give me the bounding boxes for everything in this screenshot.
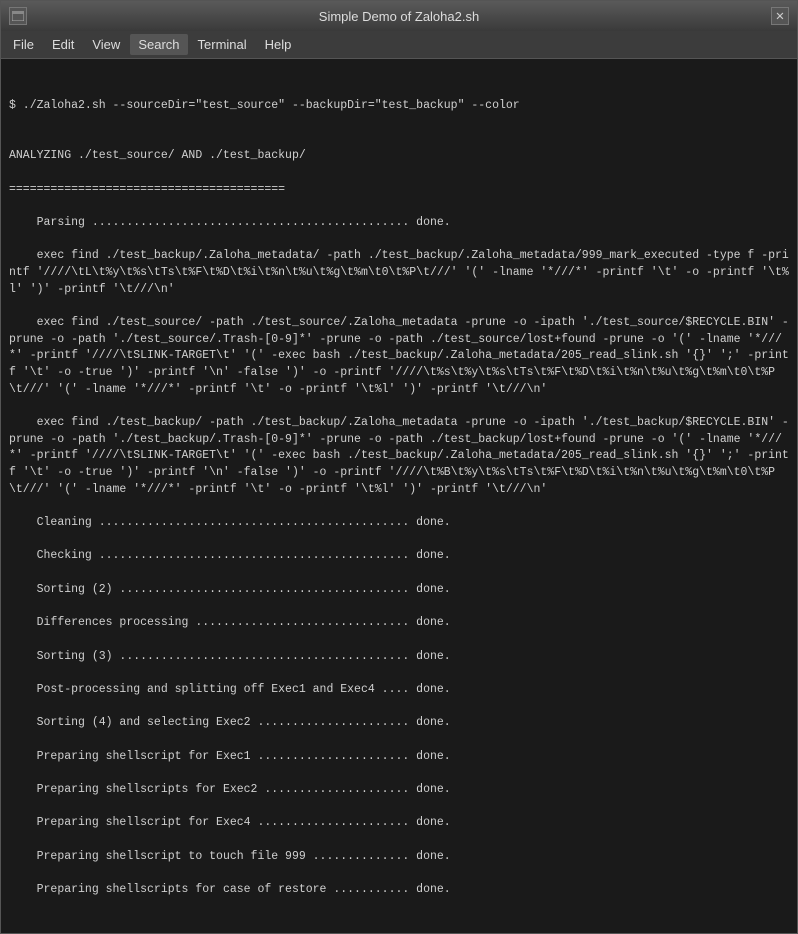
terminal-line: Post-processing and splitting off Exec1 …	[9, 682, 789, 699]
menu-help[interactable]: Help	[257, 34, 300, 55]
terminal-line: Sorting (2) ............................…	[9, 582, 789, 599]
menu-search[interactable]: Search	[130, 34, 187, 55]
menu-terminal[interactable]: Terminal	[190, 34, 255, 55]
terminal-output[interactable]: $ ./Zaloha2.sh --sourceDir="test_source"…	[1, 59, 797, 933]
window-title: Simple Demo of Zaloha2.sh	[27, 9, 771, 24]
terminal-line: Cleaning ...............................…	[9, 515, 789, 532]
close-button[interactable]: ✕	[771, 7, 789, 25]
terminal-line: ========================================	[9, 182, 789, 199]
menu-edit[interactable]: Edit	[44, 34, 82, 55]
title-bar: Simple Demo of Zaloha2.sh ✕	[1, 1, 797, 31]
terminal-line: ANALYZING ./test_source/ AND ./test_back…	[9, 148, 789, 165]
menu-bar: File Edit View Search Terminal Help	[1, 31, 797, 59]
terminal-line: Preparing shellscript for Exec1 ........…	[9, 749, 789, 766]
terminal-line: Checking ...............................…	[9, 548, 789, 565]
terminal-line: exec find ./test_source/ -path ./test_so…	[9, 315, 789, 398]
terminal-line: Parsing ................................…	[9, 215, 789, 232]
terminal-line: Preparing shellscript for Exec4 ........…	[9, 815, 789, 832]
menu-view[interactable]: View	[84, 34, 128, 55]
terminal-line: TO BE COPIED TO ./test_backup/	[9, 932, 789, 933]
window-icon	[9, 7, 27, 25]
terminal-line: Preparing shellscript to touch file 999 …	[9, 849, 789, 866]
terminal-line: Sorting (4) and selecting Exec2 ........…	[9, 715, 789, 732]
terminal-line: $ ./Zaloha2.sh --sourceDir="test_source"…	[9, 98, 789, 115]
terminal-line: Differences processing .................…	[9, 615, 789, 632]
terminal-line: exec find ./test_backup/ -path ./test_ba…	[9, 415, 789, 498]
terminal-line: exec find ./test_backup/.Zaloha_metadata…	[9, 248, 789, 298]
terminal-window: Simple Demo of Zaloha2.sh ✕ File Edit Vi…	[0, 0, 798, 934]
terminal-line: Preparing shellscripts for case of resto…	[9, 882, 789, 899]
terminal-line: Sorting (3) ............................…	[9, 649, 789, 666]
menu-file[interactable]: File	[5, 34, 42, 55]
terminal-line: Preparing shellscripts for Exec2 .......…	[9, 782, 789, 799]
